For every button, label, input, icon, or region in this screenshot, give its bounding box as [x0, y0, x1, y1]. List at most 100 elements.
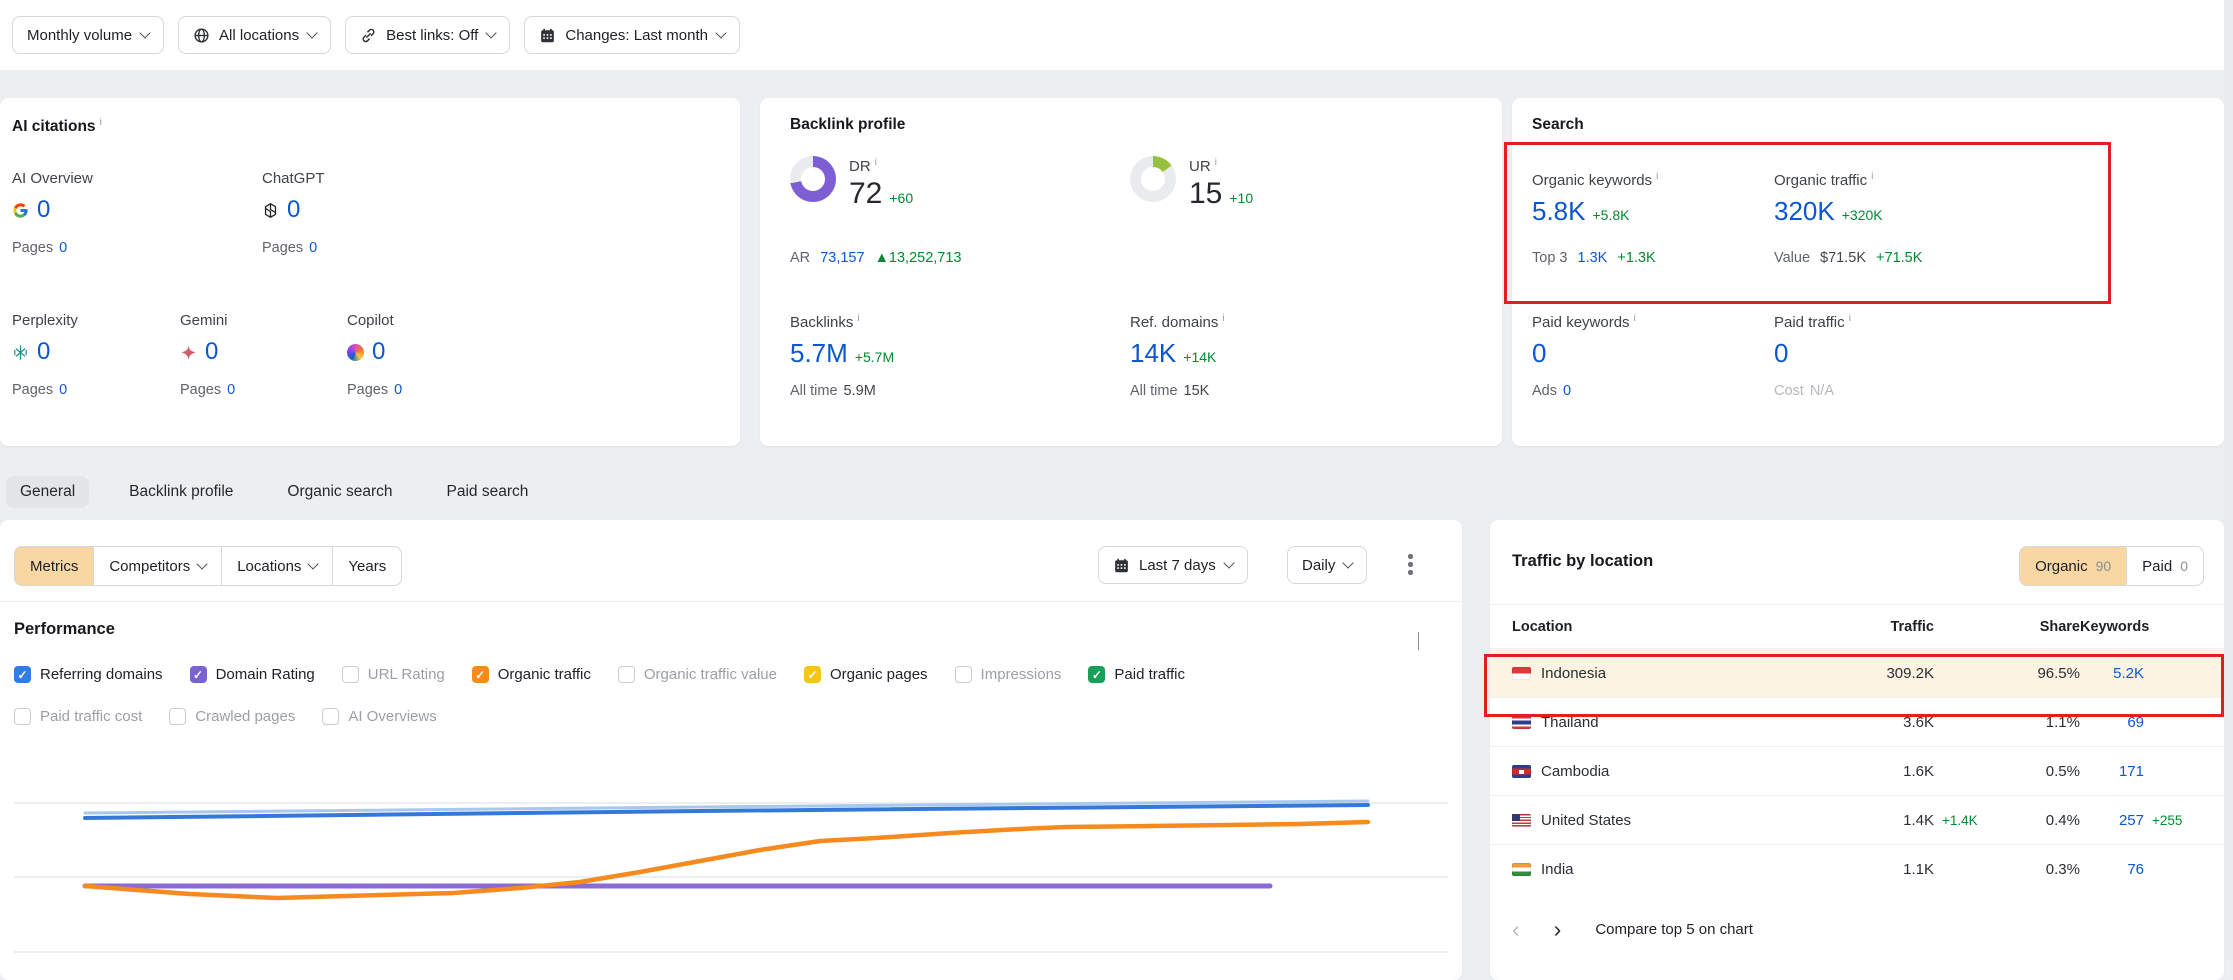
value-label: Value: [1774, 250, 1810, 266]
legend-ai-overviews[interactable]: AI Overviews: [322, 708, 436, 725]
scrollbar-track[interactable]: [2224, 0, 2233, 960]
alltime-value: 15K: [1184, 383, 1210, 399]
tab-backlink-profile[interactable]: Backlink profile: [115, 476, 247, 508]
ur-change: +10: [1229, 190, 1253, 206]
backlinks-value[interactable]: 5.7M: [790, 338, 848, 368]
perplexity-icon: [12, 344, 29, 361]
segment-metrics[interactable]: Metrics: [14, 546, 94, 586]
performance-chart[interactable]: [0, 760, 1462, 960]
ads-count-link[interactable]: 0: [1563, 383, 1571, 399]
organic-traffic-block: Organic traffic 320K+320K: [1774, 170, 1883, 227]
next-page-arrow[interactable]: ›: [1554, 918, 1562, 941]
top3-label: Top 3: [1532, 250, 1567, 266]
checkbox-icon: [342, 666, 359, 683]
filter-label: Monthly volume: [27, 27, 132, 44]
filter-label: Best links: Off: [386, 27, 478, 44]
paid-traffic-value[interactable]: 0: [1774, 338, 1788, 368]
filter-label: All locations: [219, 27, 299, 44]
column-location[interactable]: Location: [1512, 619, 1842, 635]
legend-url-rating[interactable]: URL Rating: [342, 666, 445, 683]
location-table-header: Location Traffic Share Keywords: [1490, 604, 2224, 648]
metric-chatgpt: ChatGPT 0 Pages0: [262, 170, 492, 256]
best-links-filter[interactable]: Best links: Off: [345, 16, 510, 54]
ref-domains-label[interactable]: Ref. domains: [1130, 312, 1225, 331]
ref-domains-value[interactable]: 14K: [1130, 338, 1176, 368]
organic-traffic-label[interactable]: Organic traffic: [1774, 170, 1883, 189]
keywords-link[interactable]: 257: [2080, 812, 2144, 829]
granularity-button[interactable]: Daily: [1287, 546, 1367, 584]
legend-crawled-pages[interactable]: Crawled pages: [169, 708, 295, 725]
table-row-cambodia[interactable]: Cambodia 1.6K 0.5% 171: [1490, 746, 2224, 795]
legend-organic-traffic-value[interactable]: Organic traffic value: [618, 666, 777, 683]
tab-general[interactable]: General: [6, 476, 89, 508]
ar-change: ▲13,252,713: [875, 250, 962, 266]
copilot-count[interactable]: 0: [372, 338, 385, 366]
legend-paid-traffic-cost[interactable]: Paid traffic cost: [14, 708, 142, 725]
chevron-down-icon: [139, 27, 150, 38]
checkbox-icon: [618, 666, 635, 683]
checkbox-icon: [1088, 666, 1105, 683]
prev-page-arrow[interactable]: ‹: [1512, 918, 1520, 941]
legend-paid-traffic[interactable]: Paid traffic: [1088, 666, 1185, 683]
legend-domain-rating[interactable]: Domain Rating: [190, 666, 315, 683]
toggle-paid[interactable]: Paid0: [2126, 546, 2204, 586]
segment-years[interactable]: Years: [332, 546, 402, 586]
dr-donut-chart: [790, 156, 836, 202]
perplexity-count[interactable]: 0: [37, 338, 50, 366]
gemini-count[interactable]: 0: [205, 338, 218, 366]
keywords-link[interactable]: 76: [2080, 861, 2144, 878]
ai-overview-count[interactable]: 0: [37, 196, 50, 224]
pages-count-link[interactable]: 0: [59, 240, 67, 256]
paid-traffic-label[interactable]: Paid traffic: [1774, 312, 1851, 331]
column-traffic[interactable]: Traffic: [1842, 619, 1934, 635]
keywords-link[interactable]: 69: [2080, 714, 2144, 731]
ur-donut-chart: [1130, 156, 1176, 202]
checkbox-icon: [169, 708, 186, 725]
table-row-united-states[interactable]: United States 1.4K +1.4K 0.4% 257 +255: [1490, 795, 2224, 844]
monthly-volume-filter[interactable]: Monthly volume: [12, 16, 164, 54]
dr-label[interactable]: DR: [849, 156, 913, 175]
ar-value-link[interactable]: 73,157: [820, 250, 864, 266]
checkbox-icon: [322, 708, 339, 725]
paid-keywords-label[interactable]: Paid keywords: [1532, 312, 1636, 331]
date-range-button[interactable]: Last 7 days: [1098, 546, 1248, 584]
legend-organic-traffic[interactable]: Organic traffic: [472, 666, 591, 683]
ur-value: 15: [1189, 177, 1222, 210]
changes-filter[interactable]: Changes: Last month: [524, 16, 740, 54]
organic-keywords-label[interactable]: Organic keywords: [1532, 170, 1658, 189]
paid-keywords-value[interactable]: 0: [1532, 338, 1546, 368]
column-share[interactable]: Share: [1996, 619, 2080, 635]
pages-count-link[interactable]: 0: [227, 382, 235, 398]
organic-count: 90: [2096, 558, 2112, 574]
pages-count-link[interactable]: 0: [394, 382, 402, 398]
tab-organic-search[interactable]: Organic search: [273, 476, 406, 508]
kebab-menu-icon[interactable]: [1408, 554, 1413, 575]
collapse-section-button[interactable]: [1418, 632, 1419, 650]
segment-locations[interactable]: Locations: [221, 546, 333, 586]
keywords-link[interactable]: 5.2K: [2080, 665, 2144, 682]
segment-competitors[interactable]: Competitors: [93, 546, 222, 586]
organic-traffic-value[interactable]: 320K: [1774, 196, 1835, 226]
chevron-up-icon: [1418, 632, 1419, 650]
tab-paid-search[interactable]: Paid search: [433, 476, 543, 508]
table-row-thailand[interactable]: Thailand 3.6K 1.1% 69: [1490, 697, 2224, 746]
chevron-down-icon: [1223, 557, 1234, 568]
toggle-organic[interactable]: Organic90: [2019, 546, 2127, 586]
pages-count-link[interactable]: 0: [309, 240, 317, 256]
table-row-indonesia[interactable]: Indonesia 309.2K 96.5% 5.2K: [1490, 648, 2224, 697]
ur-label[interactable]: UR: [1189, 156, 1253, 175]
chatgpt-count[interactable]: 0: [287, 196, 300, 224]
pages-count-link[interactable]: 0: [59, 382, 67, 398]
legend-impressions[interactable]: Impressions: [955, 666, 1062, 683]
keywords-link[interactable]: 171: [2080, 763, 2144, 780]
flag-india-icon: [1512, 863, 1531, 876]
backlinks-label[interactable]: Backlinks: [790, 312, 894, 331]
column-keywords[interactable]: Keywords: [2080, 619, 2144, 635]
table-row-india[interactable]: India 1.1K 0.3% 76: [1490, 844, 2224, 893]
locations-filter[interactable]: All locations: [178, 16, 331, 54]
legend-referring-domains[interactable]: Referring domains: [14, 666, 163, 683]
legend-organic-pages[interactable]: Organic pages: [804, 666, 928, 683]
organic-keywords-value[interactable]: 5.8K: [1532, 196, 1586, 226]
metric-gemini: Gemini 0 Pages0: [180, 312, 340, 398]
top3-value-link[interactable]: 1.3K: [1578, 250, 1608, 266]
